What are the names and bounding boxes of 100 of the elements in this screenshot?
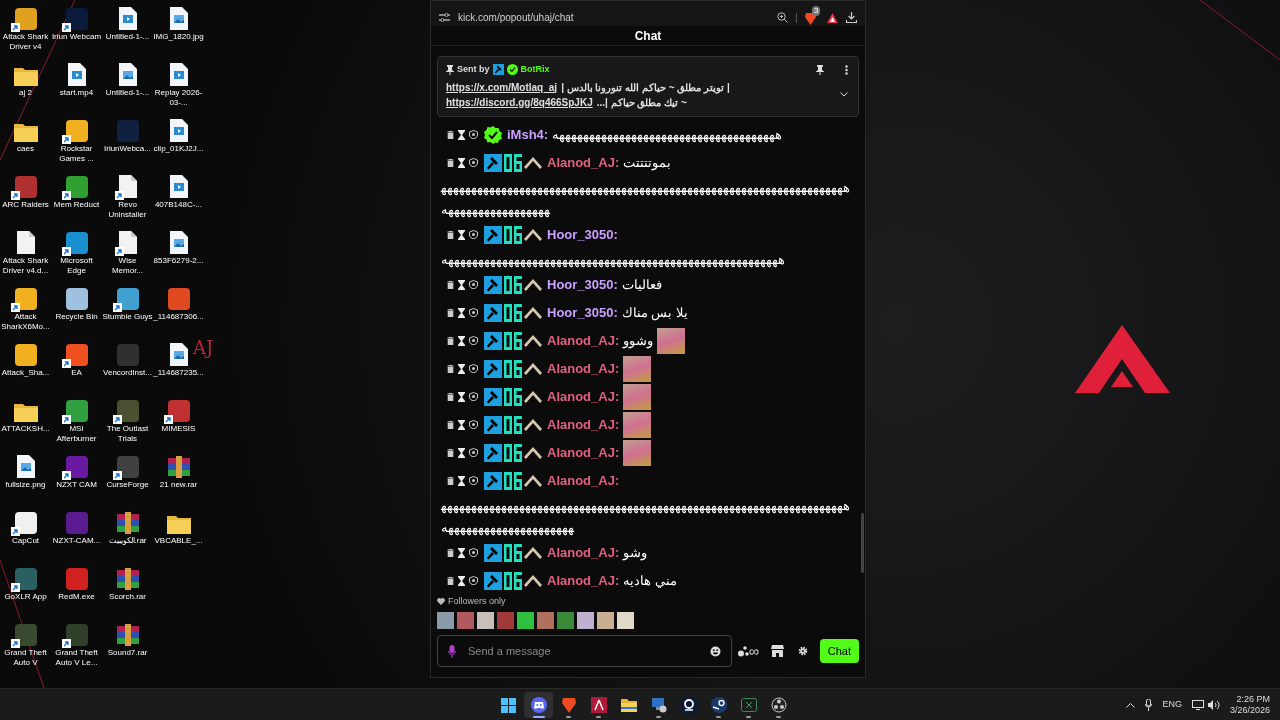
hourglass-icon[interactable] — [458, 447, 465, 458]
desktop-icon-label[interactable]: MSI Afterburner — [51, 424, 102, 444]
desktop-icon-label[interactable]: _114687235... — [153, 368, 204, 378]
send-chat-button[interactable]: Chat — [819, 639, 859, 663]
desktop-icon-label[interactable]: 853F6279-2... — [153, 256, 204, 266]
hourglass-icon[interactable] — [458, 129, 465, 140]
desktop-icon-label[interactable]: Microsoft Edge — [51, 256, 102, 276]
desktop-icon-label[interactable]: IMG_1820.jpg — [153, 32, 204, 42]
desktop-icon-label[interactable]: Rockstar Games ... — [51, 144, 102, 164]
delete-icon[interactable] — [447, 130, 454, 139]
input-language-indicator[interactable]: ENG — [1162, 698, 1182, 712]
hourglass-icon[interactable] — [458, 157, 465, 168]
desktop-icon-label[interactable]: Untitled-1-... — [102, 88, 153, 98]
username[interactable]: Alanod_AJ: — [547, 414, 620, 435]
points-icon[interactable] — [737, 645, 749, 657]
username[interactable]: Alanod_AJ: — [547, 386, 620, 407]
clock-time[interactable]: 2:26 PM — [1236, 694, 1270, 705]
username[interactable]: Alanod_AJ: — [547, 330, 620, 351]
link[interactable]: https://discord.gg/8q466SpJKJ — [446, 94, 593, 110]
username[interactable]: Hoor_3050: — [547, 224, 618, 245]
shield-icon[interactable] — [469, 158, 478, 167]
letter-tile-icon[interactable] — [590, 697, 607, 713]
desktop-icon-label[interactable]: MIMESIS — [153, 424, 204, 434]
desktop-icon-label[interactable]: Wise Memor... — [102, 256, 153, 276]
hourglass-icon[interactable] — [458, 419, 465, 430]
desktop-icon-label[interactable]: Untitled-1-... — [102, 32, 153, 42]
desktop-icon-label[interactable]: CurseForge — [102, 480, 153, 490]
computer-icon[interactable] — [650, 697, 667, 713]
desktop-icon-label[interactable]: VBCABLE_... — [153, 536, 204, 546]
desktop-icon-label[interactable]: Scorch.rar — [102, 592, 153, 602]
microphone-icon[interactable] — [1145, 699, 1153, 711]
desktop-icon-label[interactable]: The Outlast Trials — [102, 424, 153, 444]
desktop-icon-label[interactable]: NZXT CAM — [51, 480, 102, 490]
desktop-icon-label[interactable]: Attack_Sha... — [0, 368, 51, 378]
lion-shield-icon[interactable] — [561, 697, 576, 713]
delete-icon[interactable] — [447, 448, 454, 457]
chevron-up-icon[interactable] — [1126, 702, 1136, 708]
desktop-icon-label[interactable]: CapCut — [0, 536, 51, 546]
webcam-icon[interactable] — [680, 697, 697, 713]
desktop-icon-label[interactable]: Iriun Webcam — [51, 32, 102, 42]
shield-icon[interactable] — [469, 230, 478, 239]
delete-icon[interactable] — [447, 230, 454, 239]
shield-icon[interactable] — [469, 548, 478, 557]
username[interactable]: Alanod_AJ: — [547, 470, 620, 491]
shield-icon[interactable] — [469, 280, 478, 289]
hourglass-icon[interactable] — [458, 547, 465, 558]
desktop-icon-label[interactable]: _114687306... — [153, 312, 204, 322]
site-settings-icon[interactable] — [439, 13, 450, 23]
desktop-icon-label[interactable]: Grand Theft Auto V Le... — [51, 648, 102, 668]
username[interactable]: Alanod_AJ: — [547, 542, 620, 563]
delete-icon[interactable] — [447, 576, 454, 585]
desktop-icon-label[interactable]: Attack Shark Driver v4.d... — [0, 256, 51, 276]
delete-icon[interactable] — [447, 158, 454, 167]
clock-date[interactable]: 3/26/2026 — [1229, 705, 1270, 716]
delete-icon[interactable] — [447, 308, 454, 317]
desktop-icon-label[interactable]: 21 new.rar — [153, 480, 204, 490]
download-icon[interactable] — [846, 12, 857, 24]
delete-icon[interactable] — [447, 392, 454, 401]
address-bar-url[interactable]: kick.com/popout/uhaj/chat — [458, 10, 769, 26]
hourglass-icon[interactable] — [458, 307, 465, 318]
shield-icon[interactable] — [469, 576, 478, 585]
username[interactable]: Alanod_AJ: — [547, 442, 620, 463]
desktop-icon-label[interactable]: Recycle Bin — [51, 312, 102, 322]
delete-icon[interactable] — [447, 420, 454, 429]
desktop-icon-label[interactable]: Mem Reduct — [51, 200, 102, 210]
username[interactable]: Hoor_3050: — [547, 274, 618, 295]
desktop-icon-label[interactable]: ARC Raiders — [0, 200, 51, 210]
circular-logo-icon[interactable] — [770, 697, 787, 713]
shield-icon[interactable] — [469, 336, 478, 345]
hourglass-icon[interactable] — [458, 279, 465, 290]
message-input[interactable]: Send a message — [468, 642, 698, 660]
username[interactable]: Alanod_AJ: — [547, 570, 620, 591]
taskbar-app-button[interactable] — [524, 692, 553, 718]
delete-icon[interactable] — [447, 336, 454, 345]
emoji-icon[interactable] — [709, 645, 721, 657]
points-balance[interactable]: ∞ — [748, 640, 759, 662]
desktop-icon-label[interactable]: 407B148C-... — [153, 200, 204, 210]
desktop-icon-label[interactable]: caes — [0, 144, 51, 154]
desktop-icon-label[interactable]: start.mp4 — [51, 88, 102, 98]
shield-icon[interactable] — [469, 364, 478, 373]
chevron-down-icon[interactable] — [840, 92, 848, 97]
hourglass-icon[interactable] — [458, 575, 465, 586]
delete-icon[interactable] — [447, 548, 454, 557]
desktop-icon-label[interactable]: Sound7.rar — [102, 648, 153, 658]
shield-icon[interactable] — [469, 392, 478, 401]
desktop-icon-label[interactable]: Attack Shark Driver v4 — [0, 32, 51, 52]
delete-icon[interactable] — [447, 364, 454, 373]
triangle-icon[interactable] — [827, 12, 838, 23]
shield-icon[interactable] — [469, 308, 478, 317]
desktop-icon-label[interactable]: NZXT-CAM... — [51, 536, 102, 546]
store-icon[interactable] — [770, 645, 784, 657]
username[interactable]: Alanod_AJ: — [547, 358, 620, 379]
folder-icon[interactable] — [620, 698, 637, 712]
zoom-icon[interactable] — [777, 12, 788, 24]
desktop-icon-label[interactable]: Revo Uninstaller — [102, 200, 153, 220]
desktop-icon-label[interactable]: Attack SharkX6Mo... — [0, 312, 51, 332]
desktop-icon-label[interactable]: fullsize.png — [0, 480, 51, 490]
windows-start-icon[interactable] — [501, 697, 516, 713]
desktop-icon-label[interactable]: Grand Theft Auto V — [0, 648, 51, 668]
more-options-icon[interactable] — [845, 64, 848, 75]
